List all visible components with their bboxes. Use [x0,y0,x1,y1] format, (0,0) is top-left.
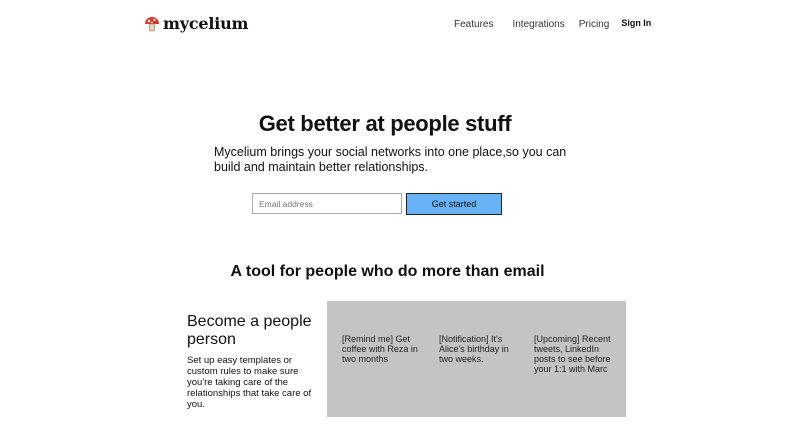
brand-name: mycelium [163,14,249,33]
notification-message: [Notification] It's Alice's birthday in … [439,334,509,364]
reminder-message: [Remind me] Get coffee with Reza in two … [342,334,418,364]
mushroom-icon [145,16,159,31]
upcoming-message: [Upcoming] Recent tweets, LinkedIn posts… [534,334,611,374]
sign-in-link[interactable]: Sign In [621,18,651,28]
feature-description: Set up easy templates or custom rules to… [187,355,312,410]
nav-link-integrations[interactable]: Integrations [512,19,564,30]
feature-preview-panel: [Remind me] Get coffee with Reza in two … [327,301,626,417]
nav-link-pricing[interactable]: Pricing [579,19,610,30]
hero-subtitle: Mycelium brings your social networks int… [214,145,567,174]
hero-title: Get better at people stuff [258,111,512,136]
brand-logo[interactable]: mycelium [144,14,248,33]
nav-link-features[interactable]: Features [454,19,493,30]
nav-links: Features Integrations Pricing Sign In [454,18,651,30]
email-input[interactable] [252,193,402,214]
top-nav: mycelium Features Integrations Pricing S… [0,0,805,50]
feature-heading: Become a people person [187,313,312,348]
feature-block: Become a people person Set up easy templ… [187,313,317,410]
get-started-button[interactable]: Get started [406,193,502,215]
section-title: A tool for people who do more than email [230,263,545,280]
